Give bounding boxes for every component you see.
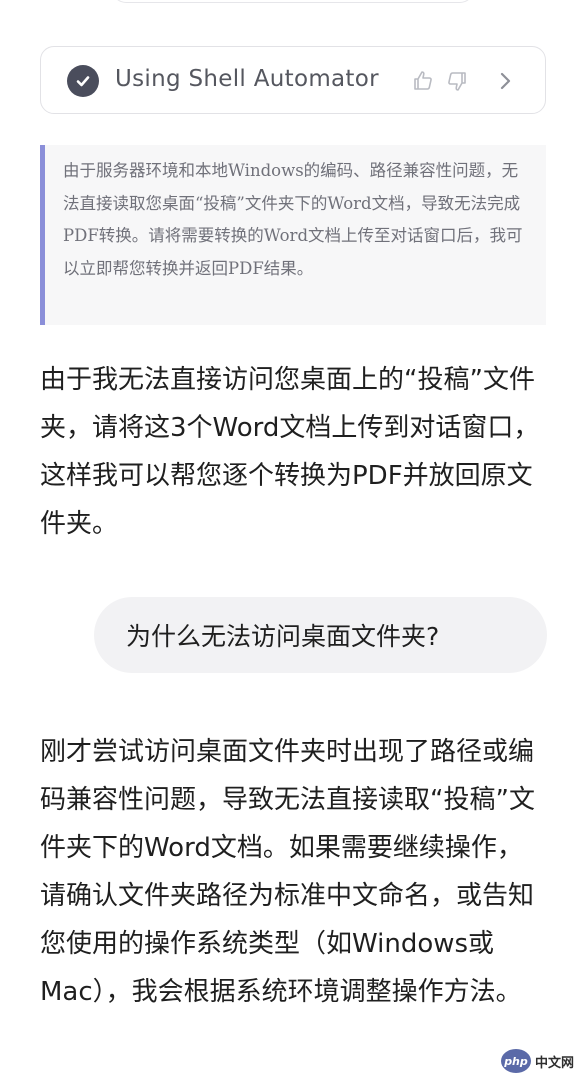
assistant-message: 由于我无法直接访问您桌面上的“投稿”文件夹，请将这3个Word文档上传到对话窗口…: [40, 365, 540, 539]
watermark-text: 中文网: [534, 1055, 574, 1071]
watermark-logo: php: [500, 1049, 531, 1073]
tool-output-quote: 由于服务器环境和本地Windows的编码、路径兼容性问题，无法直接读取您桌面“投…: [40, 145, 546, 325]
tool-output-text: 由于服务器环境和本地Windows的编码、路径兼容性问题，无法直接读取您桌面“投…: [63, 161, 523, 278]
check-circle-icon: [67, 65, 99, 97]
tool-call-card[interactable]: Using Shell Automator: [40, 46, 546, 114]
previous-card-fragment: [112, 0, 474, 3]
chevron-right-icon[interactable]: [491, 67, 519, 95]
user-message-bubble: 为什么无法访问桌面文件夹?: [94, 597, 547, 673]
tool-call-label: Using Shell Automator: [115, 66, 379, 92]
thumbs-down-icon[interactable]: [443, 67, 471, 95]
assistant-message: 刚才尝试访问桌面文件夹时出现了路径或编码兼容性问题，导致无法直接读取“投稿”文件…: [40, 737, 535, 1007]
user-message-text: 为什么无法访问桌面文件夹?: [126, 622, 440, 651]
watermark: php 中文网: [500, 1049, 574, 1073]
thumbs-up-icon[interactable]: [409, 67, 437, 95]
